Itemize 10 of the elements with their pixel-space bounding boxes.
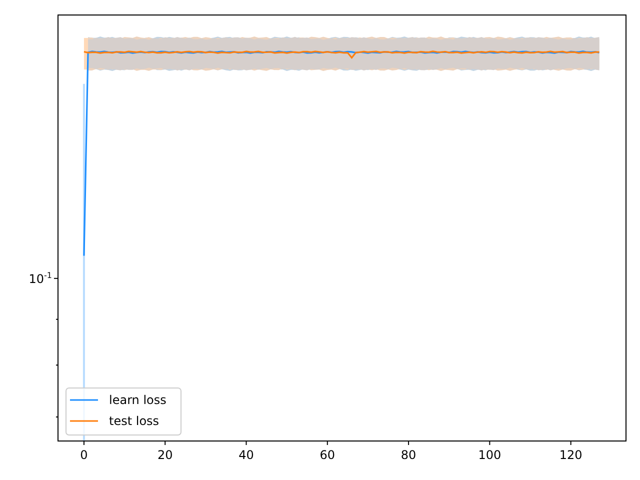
y-tick-label: 10$^{-1}$: [28, 272, 52, 285]
x-tick-label: 120: [559, 448, 582, 462]
x-tick-label: 100: [478, 448, 502, 462]
x-tick-label: 60: [320, 448, 336, 462]
legend-label: learn loss: [109, 393, 166, 407]
x-tick-label: 80: [400, 448, 416, 462]
x-tick-label: 40: [238, 448, 254, 462]
x-tick-label: 0: [80, 448, 88, 462]
x-tick-label: 20: [157, 448, 173, 462]
legend-label: test loss: [109, 414, 160, 428]
